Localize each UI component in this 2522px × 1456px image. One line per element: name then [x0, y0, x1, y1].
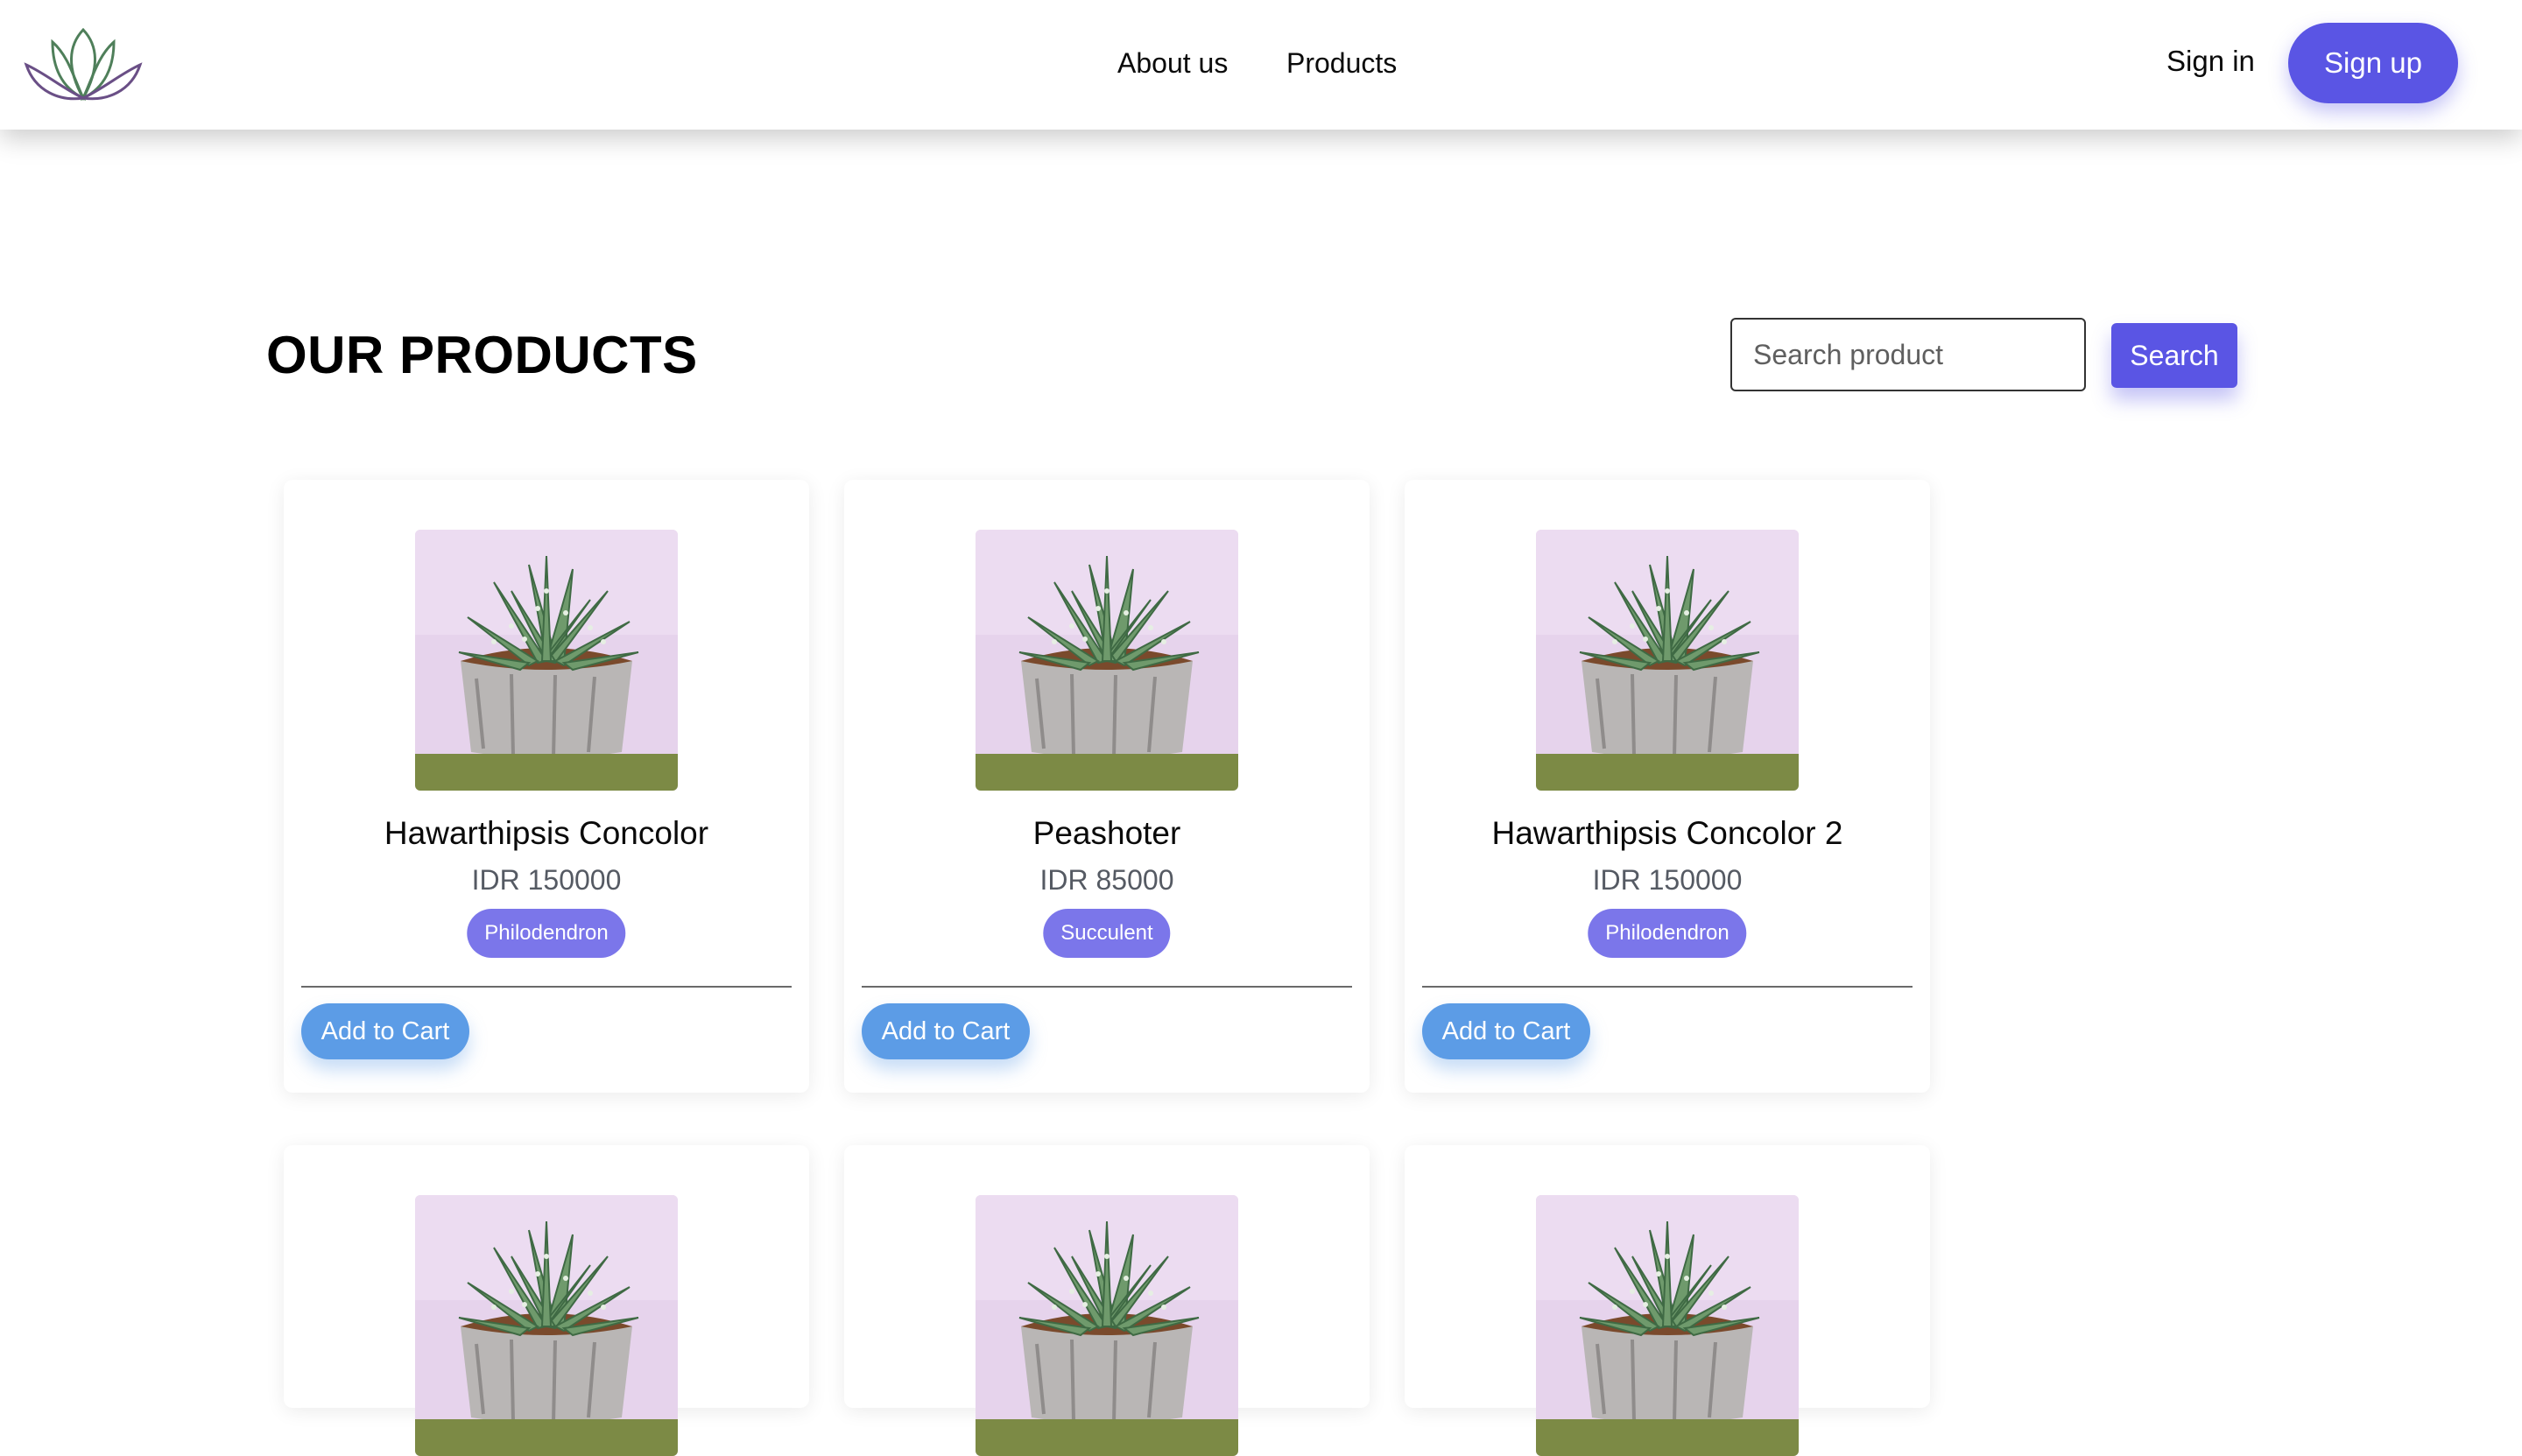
sign-up-button[interactable]: Sign up [2288, 23, 2458, 103]
lotus-icon[interactable] [23, 23, 144, 103]
card-divider [1422, 986, 1913, 988]
product-image[interactable] [1536, 1195, 1799, 1456]
product-image[interactable] [976, 530, 1238, 791]
card-divider [301, 986, 792, 988]
product-price: IDR 85000 [1039, 864, 1174, 896]
product-card [284, 1145, 809, 1408]
nav-link-about-us[interactable]: About us [1117, 42, 1228, 84]
search-input[interactable] [1730, 318, 2086, 391]
product-card [1405, 1145, 1930, 1408]
sign-in-link[interactable]: Sign in [2166, 40, 2255, 82]
product-name[interactable]: Hawarthipsis Concolor [284, 812, 809, 855]
add-to-cart-button[interactable]: Add to Cart [862, 1003, 1030, 1059]
add-to-cart-button[interactable]: Add to Cart [1422, 1003, 1590, 1059]
nav-link-products[interactable]: Products [1286, 42, 1397, 84]
search-button[interactable]: Search [2111, 323, 2237, 388]
top-navbar: About us Products Sign in Sign up [0, 0, 2522, 130]
product-price: IDR 150000 [1592, 864, 1743, 896]
product-image[interactable] [976, 1195, 1238, 1456]
product-card: Peashoter IDR 85000 Succulent Add to Car… [844, 480, 1370, 1093]
product-card: Hawarthipsis Concolor 2 IDR 150000 Philo… [1405, 480, 1930, 1093]
product-card: Hawarthipsis Concolor IDR 150000 Philode… [284, 480, 809, 1093]
card-divider [862, 986, 1352, 988]
product-image[interactable] [415, 530, 678, 791]
product-price: IDR 150000 [471, 864, 622, 896]
product-name[interactable]: Hawarthipsis Concolor 2 [1405, 812, 1930, 855]
category-badge: Philodendron [467, 909, 626, 958]
category-badge: Philodendron [1588, 909, 1747, 958]
category-badge: Succulent [1043, 909, 1171, 958]
product-card [844, 1145, 1370, 1408]
product-name[interactable]: Peashoter [844, 812, 1370, 855]
page-title: OUR PRODUCTS [266, 326, 698, 384]
add-to-cart-button[interactable]: Add to Cart [301, 1003, 469, 1059]
product-image[interactable] [415, 1195, 678, 1456]
product-image[interactable] [1536, 530, 1799, 791]
